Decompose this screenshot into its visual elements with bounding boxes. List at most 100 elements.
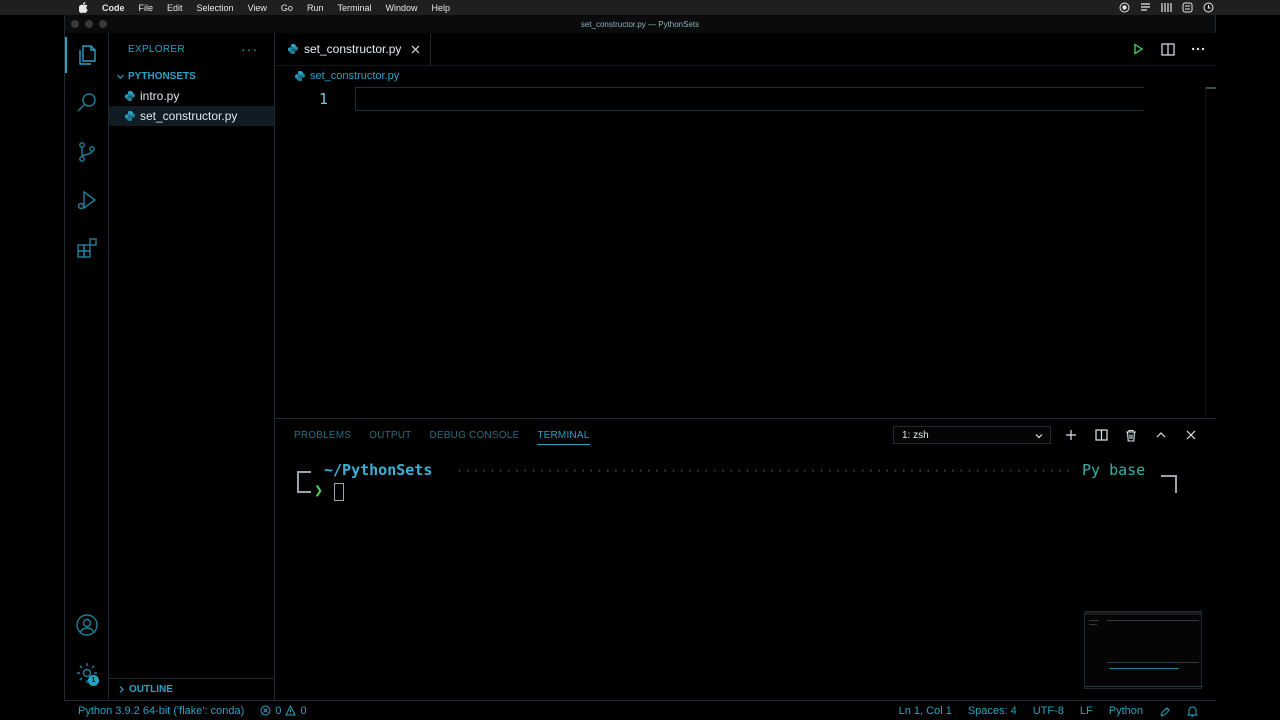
- split-terminal-icon[interactable]: [1094, 428, 1108, 442]
- split-editor-icon[interactable]: [1160, 41, 1176, 57]
- window-preview-thumbnail[interactable]: [1084, 611, 1203, 689]
- menu-window[interactable]: Window: [385, 3, 417, 13]
- tab-output[interactable]: OUTPUT: [369, 419, 411, 452]
- close-icon[interactable]: [409, 43, 421, 55]
- menu-app-name[interactable]: Code: [102, 3, 125, 13]
- new-terminal-icon[interactable]: [1064, 428, 1078, 442]
- chevron-down-icon: [114, 72, 126, 81]
- editor-area: set_constructor.py set_constructor.py 1: [275, 33, 1216, 418]
- menu-edit[interactable]: Edit: [167, 3, 183, 13]
- error-count: 0: [275, 704, 282, 717]
- prompt-bracket-left: [297, 471, 311, 493]
- macos-menubar: Code File Edit Selection View Go Run Ter…: [0, 0, 1280, 15]
- menu-run[interactable]: Run: [307, 3, 324, 13]
- window-title: set_constructor.py — PythonSets: [580, 19, 700, 29]
- menu-go[interactable]: Go: [281, 3, 293, 13]
- chevron-down-icon: [1034, 431, 1044, 441]
- chevron-right-icon: [115, 685, 127, 694]
- prompt-bracket-right: [1161, 475, 1177, 493]
- run-debug-icon[interactable]: [74, 187, 100, 213]
- file-item-intro[interactable]: intro.py: [109, 86, 274, 106]
- account-icon[interactable]: [74, 612, 100, 638]
- folder-label: PYTHONSETS: [128, 70, 196, 82]
- extensions-icon[interactable]: [74, 235, 100, 261]
- terminal-select-value: 1: zsh: [902, 429, 929, 441]
- close-panel-icon[interactable]: [1184, 428, 1198, 442]
- menu-file[interactable]: File: [139, 3, 154, 13]
- close-window-button[interactable]: [71, 20, 79, 28]
- preview-line: [1107, 620, 1199, 621]
- encoding-status[interactable]: UTF-8: [1033, 705, 1064, 717]
- cursor-position-status[interactable]: Ln 1, Col 1: [899, 705, 952, 717]
- folder-pythonsets[interactable]: PYTHONSETS: [109, 66, 274, 86]
- maximize-panel-icon[interactable]: [1154, 428, 1168, 442]
- feedback-icon[interactable]: [1159, 705, 1171, 717]
- tab-set-constructor[interactable]: set_constructor.py: [275, 33, 432, 65]
- warning-count: 0: [300, 704, 307, 717]
- clock-icon[interactable]: [1202, 1, 1214, 13]
- current-line-highlight[interactable]: [355, 87, 1144, 111]
- terminal-filler-dots: ········································…: [456, 464, 1076, 478]
- outline-label: OUTLINE: [129, 684, 173, 695]
- record-icon[interactable]: [1118, 1, 1130, 13]
- python-file-icon: [125, 111, 135, 121]
- explorer-title: EXPLORER: [128, 44, 185, 55]
- preview-line: [1089, 620, 1099, 621]
- problems-status[interactable]: 0 0: [260, 704, 307, 717]
- menu-terminal[interactable]: Terminal: [337, 3, 371, 13]
- editor-actions: [1130, 41, 1206, 57]
- apple-menu-icon[interactable]: [76, 2, 90, 13]
- bottom-panel: PROBLEMS OUTPUT DEBUG CONSOLE TERMINAL 1…: [275, 418, 1216, 700]
- code-editor[interactable]: 1: [275, 87, 1216, 111]
- preview-line: [1085, 686, 1203, 687]
- more-actions-icon[interactable]: [1190, 41, 1206, 57]
- tab-debug-console[interactable]: DEBUG CONSOLE: [429, 419, 519, 452]
- preview-line: [1107, 662, 1199, 663]
- warning-icon: [285, 705, 297, 716]
- tab-problems[interactable]: PROBLEMS: [294, 419, 351, 452]
- indentation-status[interactable]: Spaces: 4: [968, 705, 1017, 717]
- manage-gear-icon[interactable]: 1: [74, 660, 100, 686]
- notifications-bell-icon[interactable]: [1187, 705, 1198, 717]
- menu-selection[interactable]: Selection: [197, 3, 234, 13]
- window-titlebar: set_constructor.py — PythonSets: [65, 15, 1215, 33]
- wave-icon[interactable]: [1160, 1, 1172, 13]
- python-interpreter-status[interactable]: Python 3.9.2 64-bit ('flake': conda): [78, 705, 244, 717]
- status-bar-right: Ln 1, Col 1 Spaces: 4 UTF-8 LF Python: [899, 705, 1198, 717]
- vscode-window: set_constructor.py — PythonSets 1 EXPLOR…: [64, 15, 1216, 720]
- error-icon: [260, 705, 271, 716]
- tab-terminal[interactable]: TERMINAL: [537, 419, 590, 452]
- breadcrumb-file[interactable]: set_constructor.py: [310, 70, 399, 82]
- search-icon[interactable]: [74, 90, 100, 116]
- zoom-window-button[interactable]: [99, 20, 107, 28]
- trash-icon[interactable]: [1124, 428, 1138, 442]
- file-label: intro.py: [140, 89, 180, 103]
- control-center-icon[interactable]: [1181, 1, 1193, 13]
- terminal-prompt-symbol: ❯: [314, 481, 324, 499]
- menubar-tray: [1118, 1, 1214, 13]
- terminal-select-dropdown[interactable]: 1: zsh: [893, 426, 1051, 444]
- language-mode-status[interactable]: Python: [1109, 705, 1143, 717]
- scrollbar-marker[interactable]: [1206, 87, 1216, 89]
- eol-status[interactable]: LF: [1080, 705, 1093, 717]
- file-label: set_constructor.py: [140, 109, 238, 123]
- menu-help[interactable]: Help: [431, 3, 450, 13]
- list-icon[interactable]: [1139, 1, 1151, 13]
- terminal-path: ~/PythonSets: [324, 461, 433, 479]
- file-item-set-constructor[interactable]: set_constructor.py: [109, 106, 274, 126]
- explorer-icon[interactable]: [65, 37, 100, 73]
- minimize-window-button[interactable]: [85, 20, 93, 28]
- activity-bar: 1: [65, 33, 109, 700]
- run-file-icon[interactable]: [1130, 41, 1146, 57]
- python-file-icon: [288, 44, 298, 54]
- terminal-output[interactable]: ~/PythonSets ···························…: [297, 461, 1177, 501]
- source-control-icon[interactable]: [74, 139, 100, 165]
- minimap[interactable]: [1205, 87, 1206, 417]
- outline-section[interactable]: OUTLINE: [109, 678, 274, 700]
- breadcrumb[interactable]: set_constructor.py: [275, 66, 1216, 86]
- explorer-more-actions-button[interactable]: ···: [241, 41, 258, 57]
- status-bar: Python 3.9.2 64-bit ('flake': conda) 0 0…: [64, 700, 1216, 720]
- preview-line: [1089, 624, 1097, 625]
- explorer-sidebar: EXPLORER ··· PYTHONSETS intro.py set_con…: [109, 33, 275, 700]
- menu-view[interactable]: View: [248, 3, 267, 13]
